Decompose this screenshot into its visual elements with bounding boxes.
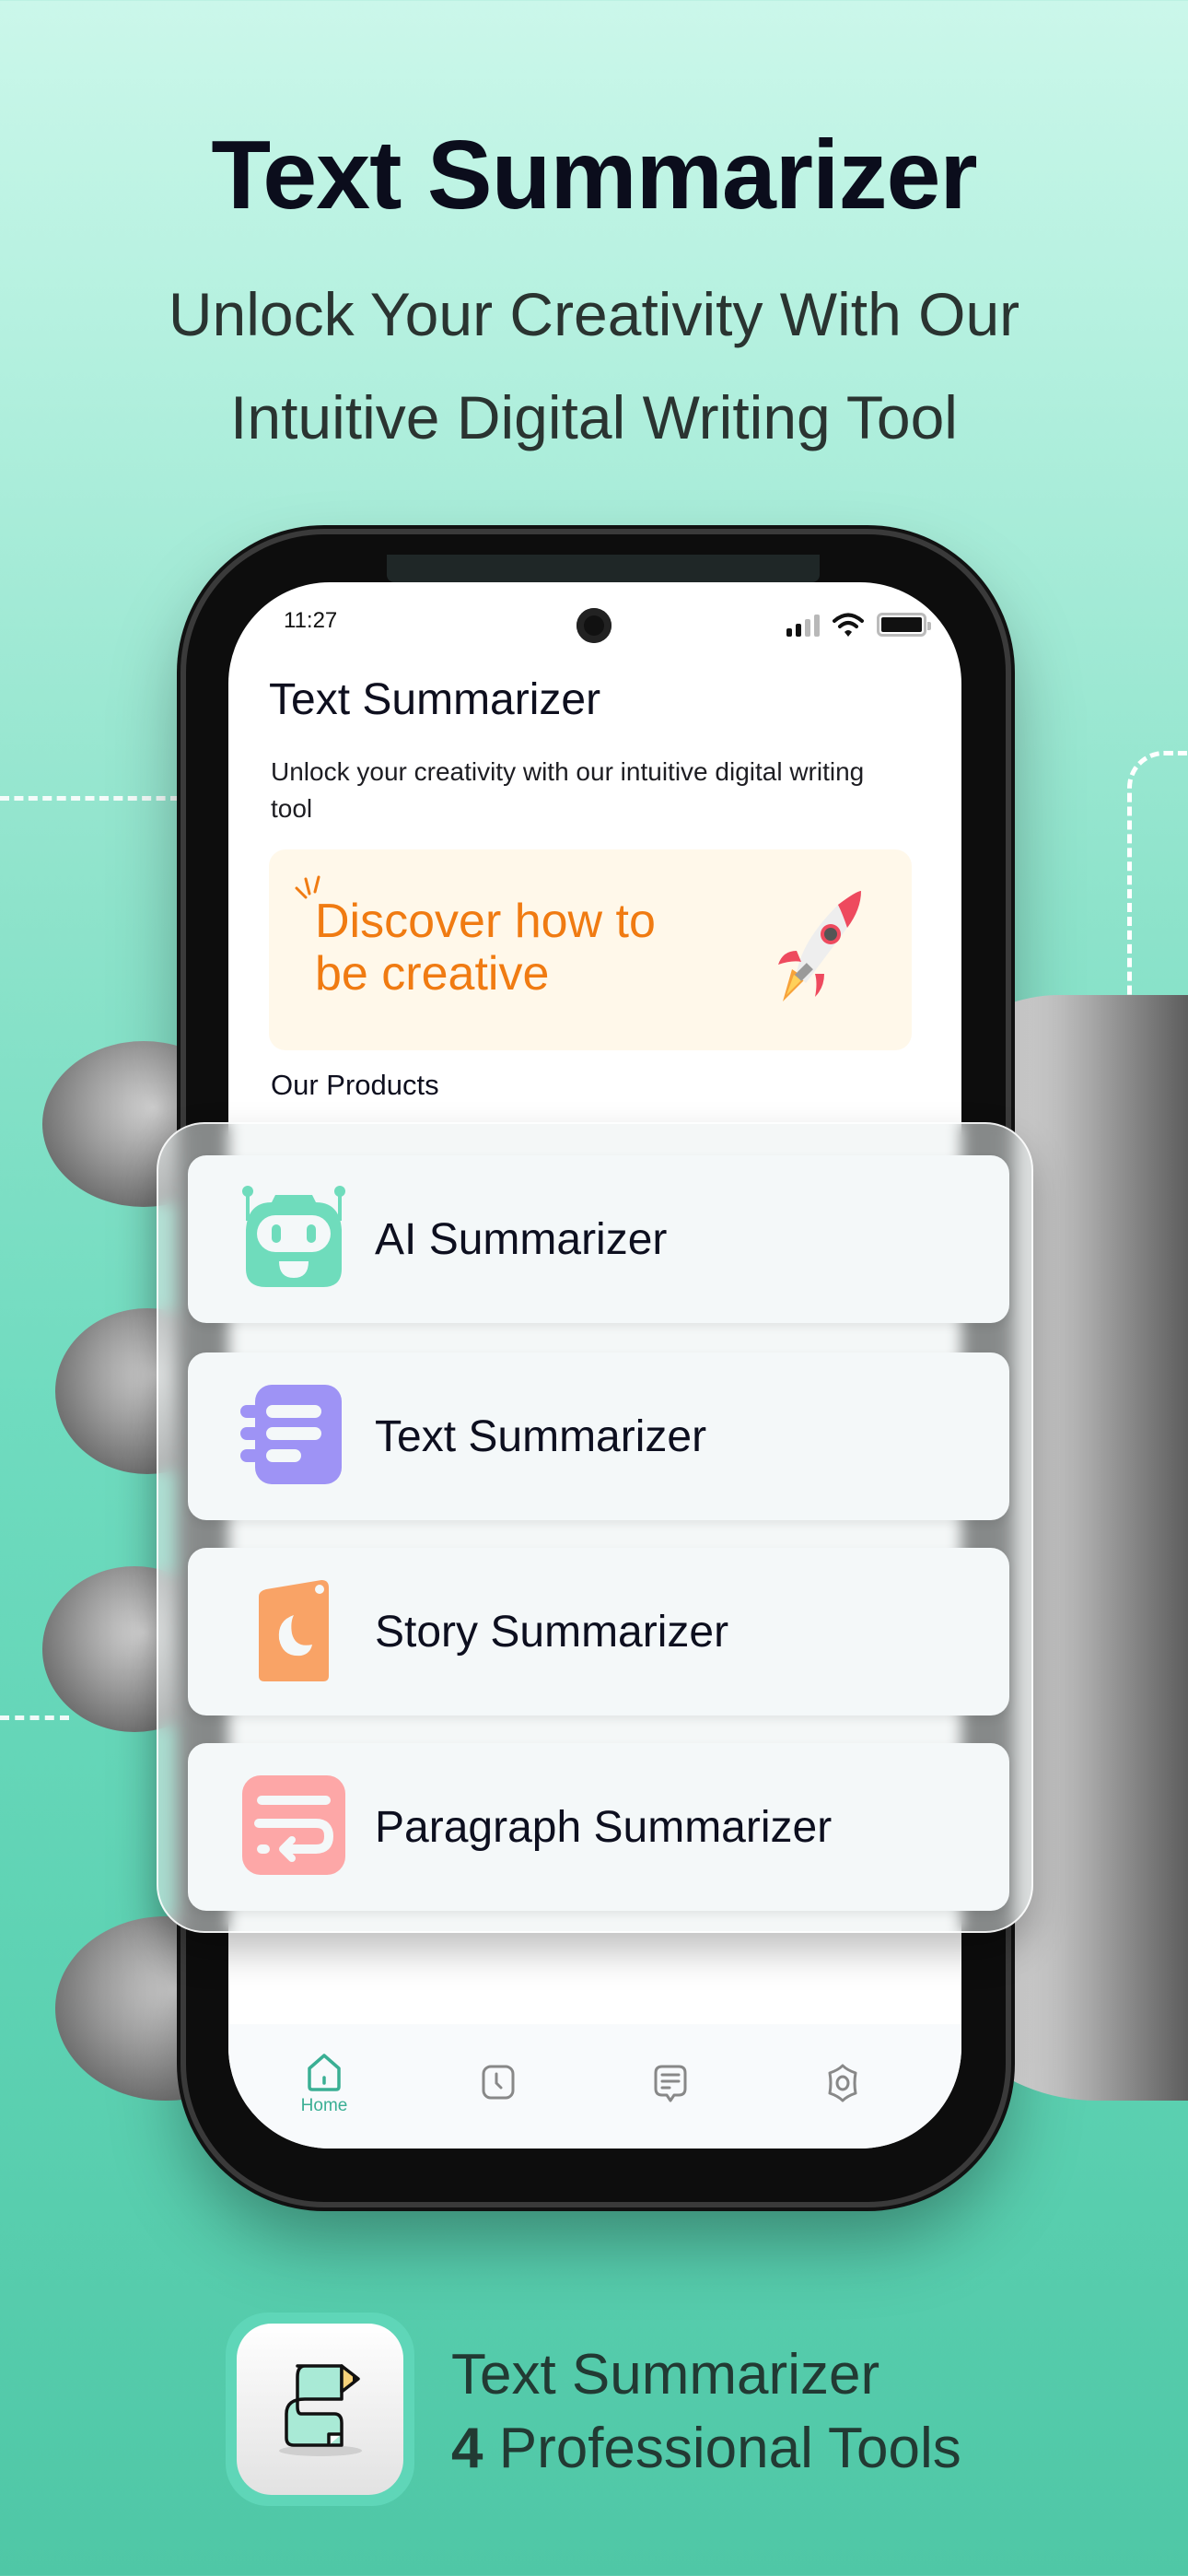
our-products-label: Our Products <box>271 1069 439 1101</box>
history-clock-icon <box>482 2065 515 2100</box>
product-label: Text Summarizer <box>375 1411 707 1461</box>
status-time: 11:27 <box>284 608 338 633</box>
app-icon-tile <box>226 2313 414 2506</box>
promo-text: Text Summarizer 4 Professional Tools <box>451 2338 961 2486</box>
moon-book-icon <box>239 1576 349 1687</box>
product-paragraph-summarizer[interactable]: Paragraph Summarizer <box>188 1743 1009 1911</box>
product-label: Paragraph Summarizer <box>375 1802 833 1852</box>
product-label: AI Summarizer <box>375 1214 668 1264</box>
rocket-icon <box>778 891 861 1001</box>
banner-line2: be creative <box>315 947 550 1001</box>
discover-banner[interactable]: Discover how to be creative <box>269 849 912 1050</box>
decorative-dashed-line <box>0 796 180 801</box>
product-story-summarizer[interactable]: Story Summarizer <box>188 1548 1009 1715</box>
status-icons <box>786 612 931 638</box>
hero-subtitle-line1: Unlock Your Creativity With Our <box>168 280 1020 348</box>
product-ai-summarizer[interactable]: AI Summarizer <box>188 1155 1009 1323</box>
hero-subtitle: Unlock Your Creativity With Our Intuitiv… <box>0 263 1188 469</box>
promo-line2-text: Professional Tools <box>483 2417 961 2480</box>
app-description: Unlock your creativity with our intuitiv… <box>271 757 865 823</box>
banner-text: Discover how to be creative <box>315 896 656 1001</box>
robot-icon <box>239 1184 349 1294</box>
paragraph-wrap-icon <box>239 1772 349 1882</box>
promo-line1: Text Summarizer <box>451 2343 880 2406</box>
product-text-summarizer[interactable]: Text Summarizer <box>188 1352 1009 1520</box>
product-label: Story Summarizer <box>375 1607 729 1657</box>
promo-line2: 4 Professional Tools <box>451 2412 961 2486</box>
hero-title: Text Summarizer <box>211 121 977 229</box>
products-panel: AI Summarizer Text Summarizer Story Summ <box>157 1122 1033 1933</box>
settings-icon <box>828 2064 857 2102</box>
hero-subtitle-line2: Intuitive Digital Writing Tool <box>230 383 958 451</box>
nav-home-label: Home <box>300 2096 348 2115</box>
phone-top-bezel <box>387 555 820 582</box>
bottom-nav: Home <box>228 2024 961 2149</box>
nav-settings[interactable] <box>806 2063 879 2103</box>
nav-home[interactable]: Home <box>287 2052 361 2116</box>
front-camera <box>577 608 611 643</box>
app-logo-icon <box>278 2364 362 2456</box>
chat-icon <box>654 2065 687 2102</box>
nav-chat[interactable] <box>634 2063 707 2105</box>
text-lines-icon <box>239 1381 349 1492</box>
nav-history[interactable] <box>461 2063 535 2102</box>
wifi-icon <box>833 613 864 637</box>
banner-line1: Discover how to <box>315 895 656 948</box>
battery-icon <box>877 613 931 637</box>
home-icon <box>308 2054 341 2091</box>
promo-tool-count: 4 <box>451 2417 483 2480</box>
app-title: Text Summarizer <box>269 675 601 724</box>
signal-icon <box>786 613 820 637</box>
